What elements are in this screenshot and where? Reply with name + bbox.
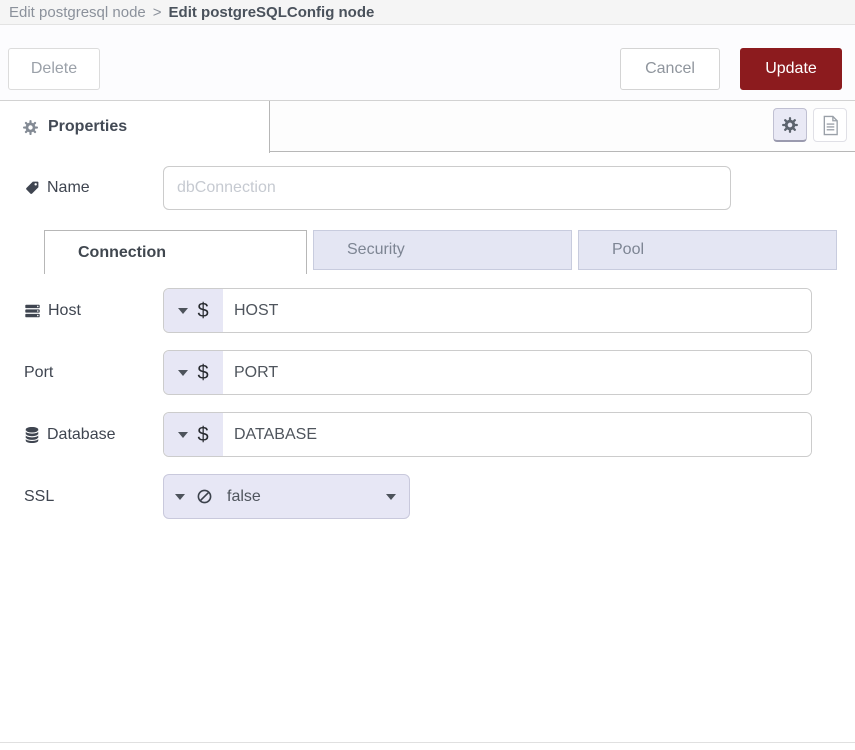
env-var-type-icon: $ — [197, 425, 208, 445]
port-label-text: Port — [24, 364, 53, 382]
env-var-type-icon: $ — [197, 301, 208, 321]
name-label: Name — [24, 179, 163, 197]
update-button[interactable]: Update — [740, 48, 842, 90]
env-var-type-icon: $ — [197, 363, 208, 383]
edit-properties-button[interactable] — [773, 108, 807, 142]
ssl-selected-value: false — [227, 488, 261, 506]
ssl-select[interactable]: false — [163, 474, 410, 519]
ssl-label-text: SSL — [24, 488, 54, 506]
chevron-down-icon — [386, 494, 396, 500]
ssl-row: SSL false — [24, 474, 855, 519]
tab-pool[interactable]: Pool — [578, 230, 837, 270]
host-label: Host — [24, 302, 163, 320]
ssl-label: SSL — [24, 488, 163, 506]
host-typed-input: $ — [163, 288, 812, 333]
name-label-text: Name — [47, 179, 90, 197]
port-label: Port — [24, 364, 163, 382]
database-icon — [24, 426, 40, 444]
file-icon — [821, 115, 840, 136]
name-input[interactable] — [163, 166, 731, 210]
tab-security[interactable]: Security — [313, 230, 572, 270]
port-type-select-button[interactable]: $ — [164, 351, 223, 394]
tab-properties-label: Properties — [48, 118, 127, 136]
delete-button[interactable]: Delete — [8, 48, 100, 90]
cancel-button[interactable]: Cancel — [620, 48, 720, 90]
tab-connection-label: Connection — [78, 244, 166, 262]
host-label-text: Host — [48, 302, 81, 320]
chevron-down-icon — [178, 432, 188, 438]
tray-toolbar: Delete Cancel Update — [0, 25, 855, 100]
chevron-down-icon — [175, 494, 185, 500]
port-row: Port $ — [24, 350, 855, 395]
tab-connection[interactable]: Connection — [44, 230, 307, 274]
gear-icon — [22, 119, 39, 136]
host-type-select-button[interactable]: $ — [164, 289, 223, 332]
tag-icon — [24, 180, 40, 196]
port-typed-input: $ — [163, 350, 812, 395]
editor-tabbar: Properties — [0, 100, 855, 152]
chevron-down-icon — [178, 308, 188, 314]
tabbar-buttons — [773, 108, 847, 142]
gear-icon — [781, 116, 799, 134]
page-title: Edit postgreSQLConfig node — [169, 4, 375, 21]
port-input[interactable] — [223, 351, 811, 394]
breadcrumb-parent-link[interactable]: Edit postgresql node — [9, 4, 146, 21]
tab-security-label: Security — [347, 241, 405, 259]
database-label-text: Database — [47, 426, 116, 444]
database-row: Database $ — [24, 412, 855, 457]
host-input[interactable] — [223, 289, 811, 332]
database-input[interactable] — [223, 413, 811, 456]
form-content: Name Connection Security Pool — [0, 166, 855, 519]
name-row: Name — [24, 166, 855, 210]
tab-properties[interactable]: Properties — [0, 101, 270, 153]
database-typed-input: $ — [163, 412, 812, 457]
node-description-button[interactable] — [813, 108, 847, 142]
bottom-divider — [0, 742, 855, 743]
breadcrumb: Edit postgresql node > Edit postgreSQLCo… — [0, 0, 855, 25]
host-row: Host $ — [24, 288, 855, 333]
chevron-down-icon — [178, 370, 188, 376]
server-icon — [24, 303, 41, 319]
breadcrumb-separator: > — [153, 4, 162, 21]
section-tabs: Connection Security Pool — [22, 230, 855, 274]
database-label: Database — [24, 426, 163, 444]
tab-pool-label: Pool — [612, 241, 644, 259]
bool-type-icon — [197, 489, 212, 504]
database-type-select-button[interactable]: $ — [164, 413, 223, 456]
